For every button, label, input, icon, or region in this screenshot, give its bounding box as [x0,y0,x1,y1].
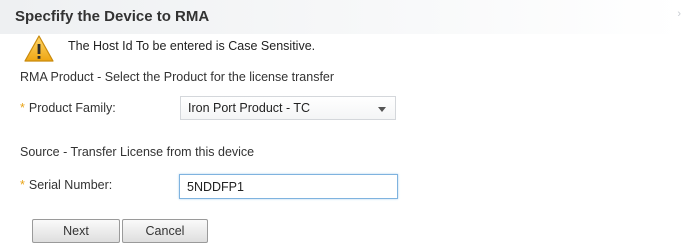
dialog-header: Specfify the Device to RMA › [0,0,683,34]
serial-number-label: * Serial Number: [20,178,112,192]
serial-number-input[interactable] [179,174,398,199]
source-section-label: Source - Transfer License from this devi… [20,145,255,159]
required-marker: * [20,178,25,192]
product-family-select[interactable]: Iron Port Product - TC [180,96,396,120]
required-marker: * [20,101,25,115]
product-family-selected-value: Iron Port Product - TC [188,101,311,115]
serial-number-label-text: Serial Number: [28,178,113,192]
next-button[interactable]: Next [32,219,120,243]
chevron-down-icon[interactable] [378,107,386,112]
rma-product-section-label: RMA Product - Select the Product for the… [20,70,335,84]
cancel-button[interactable]: Cancel [122,219,208,243]
warning-text: The Host Id To be entered is Case Sensit… [68,39,316,53]
product-family-label: * Product Family: [20,101,116,115]
product-family-label-text: Product Family: [28,101,116,115]
warning-icon [24,35,54,62]
scroll-edge-indicator: › [677,8,681,20]
dialog-title: Specfify the Device to RMA [15,8,210,25]
